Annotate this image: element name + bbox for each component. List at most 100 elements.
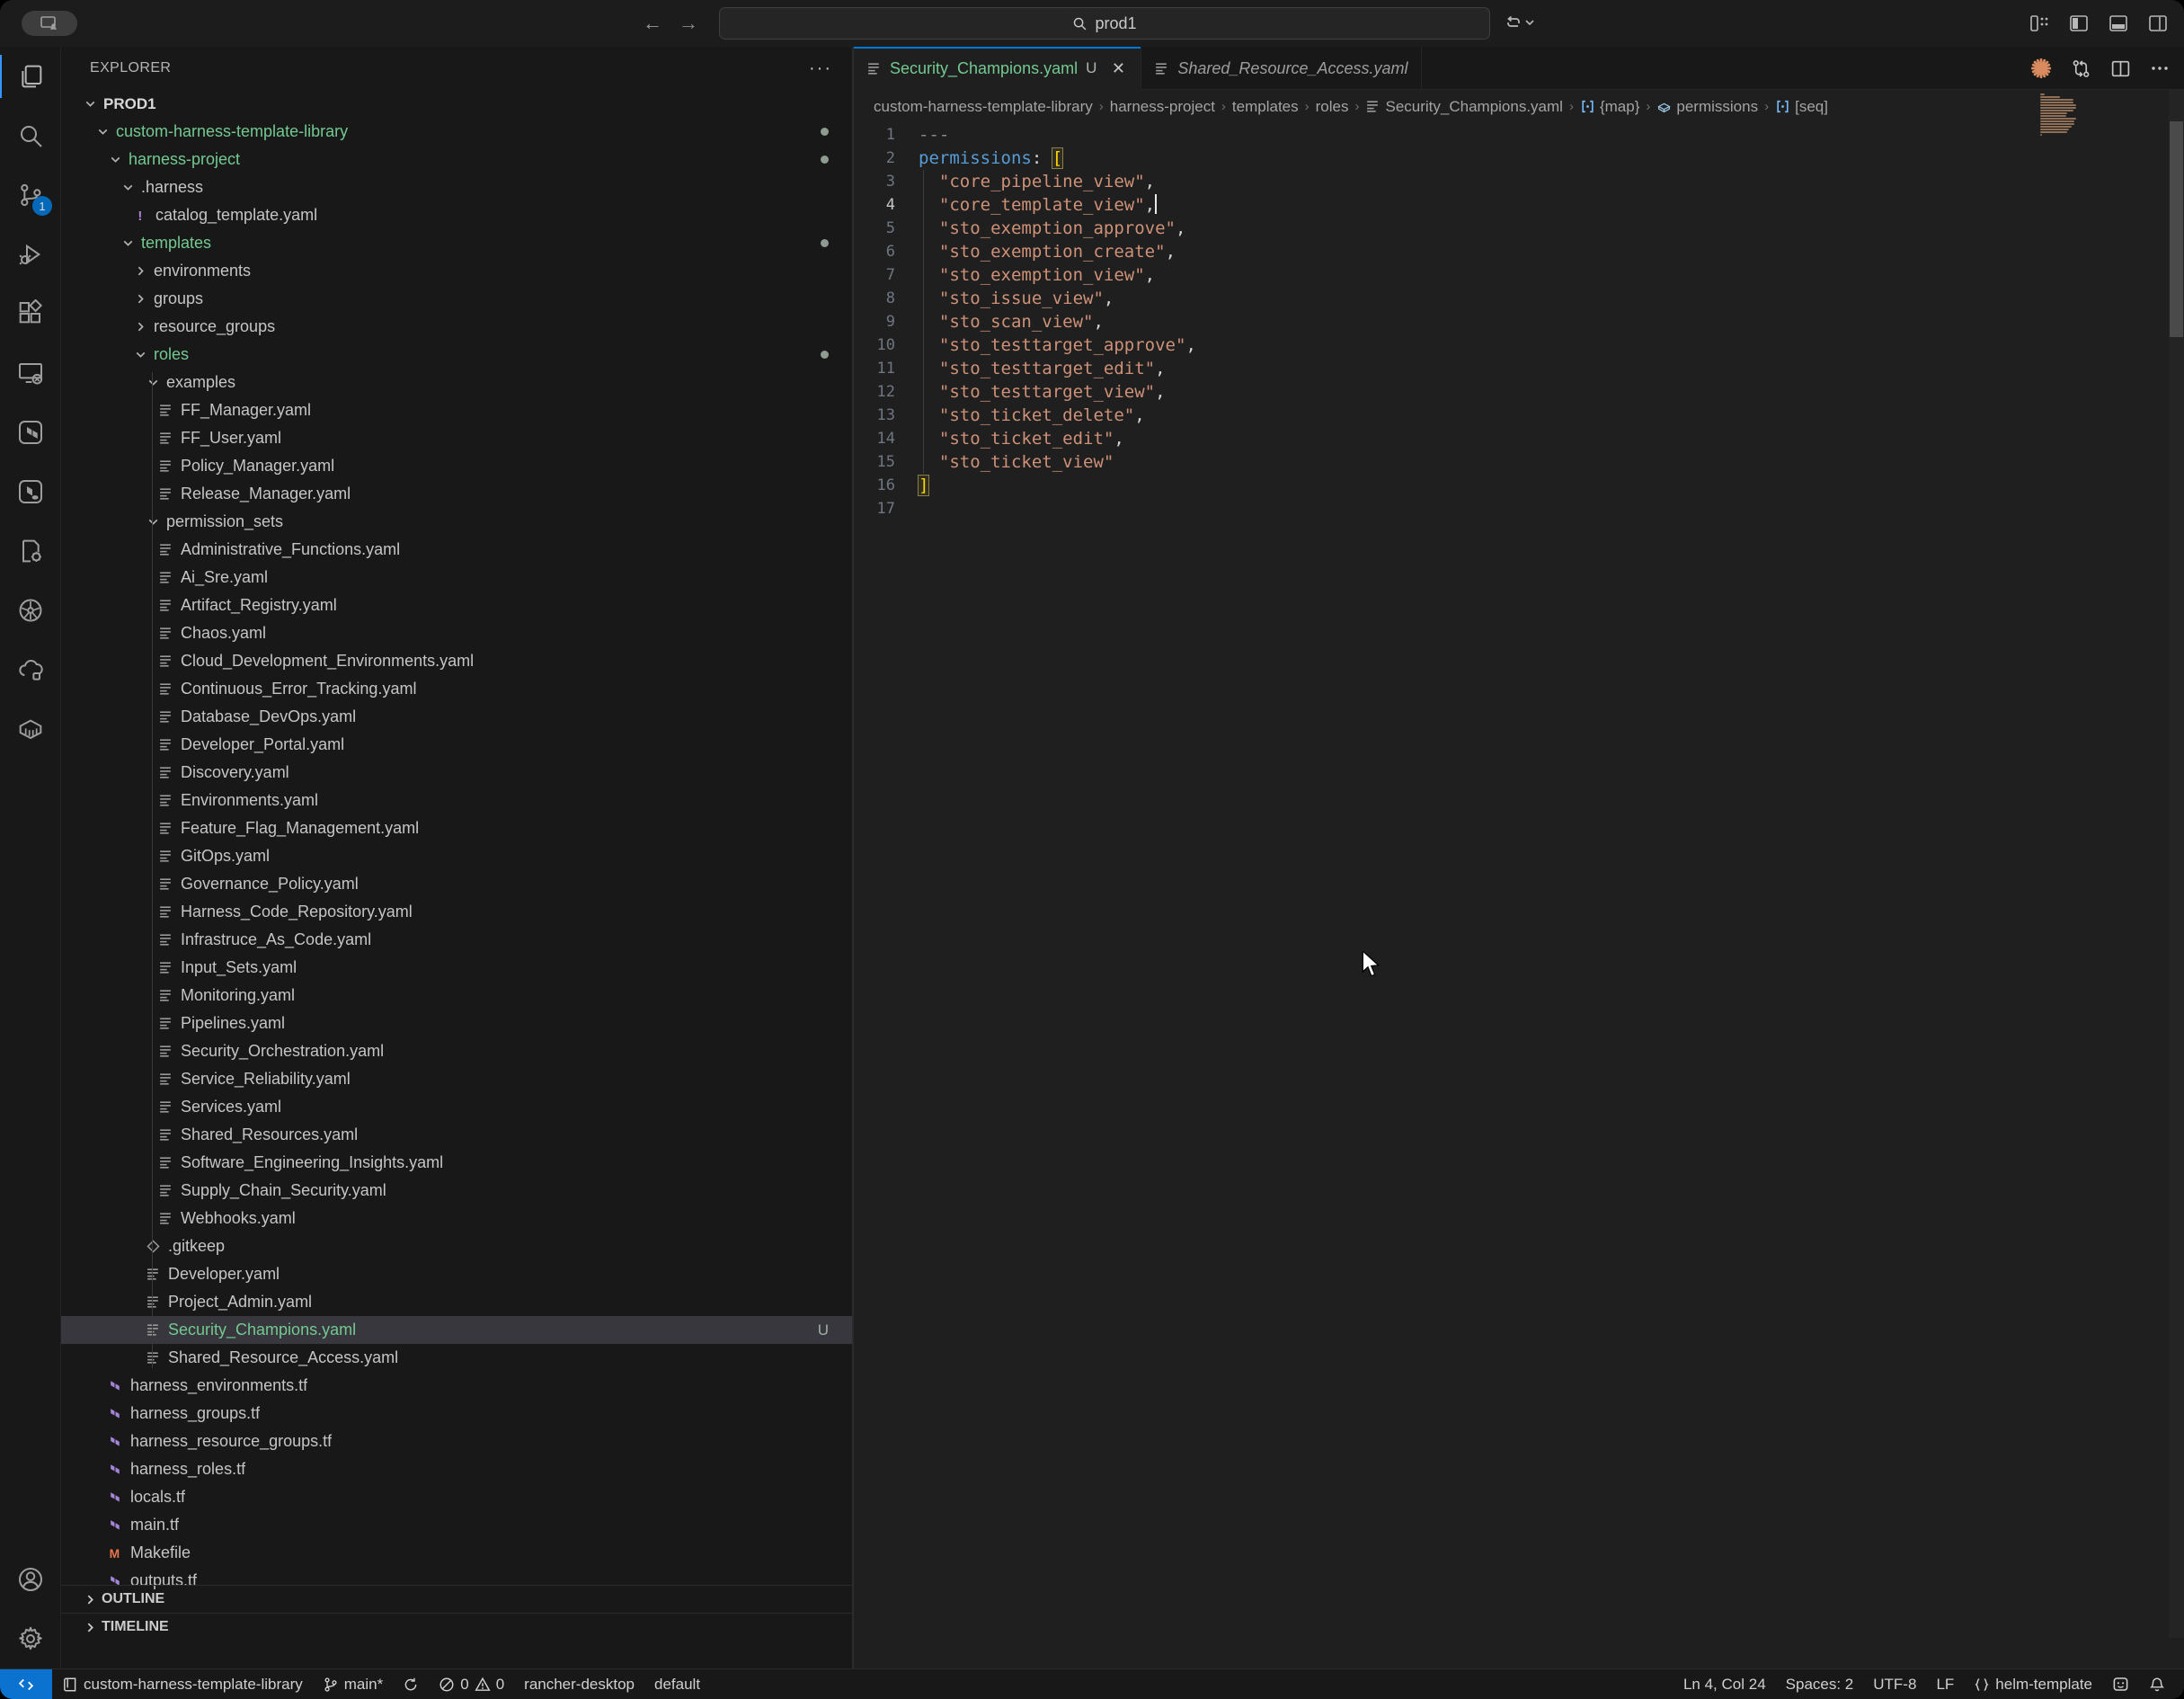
toggle-secondary-sidebar-icon[interactable] — [2146, 12, 2170, 35]
activity-containers[interactable] — [0, 699, 61, 759]
tab-shared-resource-access-yaml[interactable]: Shared_Resource_Access.yaml — [1141, 47, 1421, 90]
tree-file-ff-manager-yaml[interactable]: FF_Manager.yaml — [61, 396, 852, 424]
activity-search[interactable] — [0, 106, 61, 165]
tree-file-discovery-yaml[interactable]: Discovery.yaml — [61, 759, 852, 787]
code-editor[interactable]: 1---2permissions: [3 "core_pipeline_view… — [854, 123, 2184, 1668]
tree-file-release-manager-yaml[interactable]: Release_Manager.yaml — [61, 480, 852, 508]
tree-file-harness-code-repository-yaml[interactable]: Harness_Code_Repository.yaml — [61, 898, 852, 926]
tree-file-catalog-template-yaml[interactable]: !catalog_template.yaml — [61, 201, 852, 229]
tree-file-harness-environments-tf[interactable]: harness_environments.tf — [61, 1372, 852, 1400]
activity-accounts[interactable] — [0, 1550, 61, 1609]
activity-kubernetes[interactable] — [0, 581, 61, 640]
tree-folder-examples[interactable]: examples — [61, 369, 852, 396]
tree-file-shared-resource-access-yaml[interactable]: Shared_Resource_Access.yaml — [61, 1344, 852, 1372]
status-branch[interactable]: main* — [313, 1669, 393, 1699]
status-kube-context[interactable]: default — [644, 1669, 710, 1699]
status-sync[interactable] — [393, 1669, 429, 1699]
activity-settings[interactable] — [0, 1609, 61, 1668]
status-notifications[interactable] — [2139, 1669, 2175, 1699]
activity-terraform[interactable] — [0, 403, 61, 462]
tree-file-security-orchestration-yaml[interactable]: Security_Orchestration.yaml — [61, 1037, 852, 1065]
status-remote-indicator[interactable] — [0, 1669, 52, 1699]
outline-section-header[interactable]: OUTLINE — [61, 1585, 852, 1613]
breadcrumb-roles[interactable]: roles — [1316, 98, 1349, 116]
tree-file-developer-portal-yaml[interactable]: Developer_Portal.yaml — [61, 731, 852, 759]
tree-folder-environments[interactable]: environments — [61, 257, 852, 285]
tree-file-feature-flag-management-yaml[interactable]: Feature_Flag_Management.yaml — [61, 814, 852, 842]
tree-file-policy-manager-yaml[interactable]: Policy_Manager.yaml — [61, 452, 852, 480]
activity-infra-tools[interactable] — [0, 521, 61, 581]
tree-file-infrastruce-as-code-yaml[interactable]: Infrastruce_As_Code.yaml — [61, 926, 852, 954]
status-repo[interactable]: custom-harness-template-library — [52, 1669, 313, 1699]
activity-run-and-debug[interactable] — [0, 225, 61, 284]
tree-file-input-sets-yaml[interactable]: Input_Sets.yaml — [61, 954, 852, 982]
tree-file-harness-resource-groups-tf[interactable]: harness_resource_groups.tf — [61, 1428, 852, 1455]
tree-file-services-yaml[interactable]: Services.yaml — [61, 1093, 852, 1121]
tree-file-webhooks-yaml[interactable]: Webhooks.yaml — [61, 1205, 852, 1232]
breadcrumb-templates[interactable]: templates — [1232, 98, 1299, 116]
toggle-primary-sidebar-icon[interactable] — [2067, 12, 2091, 35]
more-actions-icon[interactable] — [2148, 57, 2171, 80]
tree-file-harness-groups-tf[interactable]: harness_groups.tf — [61, 1400, 852, 1428]
split-editor-icon[interactable] — [2109, 57, 2132, 80]
sync-dropdown-button[interactable] — [1503, 12, 1535, 33]
tree-folder-roles[interactable]: roles — [61, 341, 852, 369]
tree-file-artifact-registry-yaml[interactable]: Artifact_Registry.yaml — [61, 592, 852, 619]
breadcrumb--seq-[interactable]: [seq] — [1775, 98, 1828, 116]
status-problems[interactable]: 00 — [429, 1669, 514, 1699]
tree-file-database-devops-yaml[interactable]: Database_DevOps.yaml — [61, 703, 852, 731]
tree-file-ff-user-yaml[interactable]: FF_User.yaml — [61, 424, 852, 452]
status-rancher-context[interactable]: rancher-desktop — [514, 1669, 644, 1699]
nav-forward-button[interactable]: → — [676, 11, 701, 36]
tree-file-shared-resources-yaml[interactable]: Shared_Resources.yaml — [61, 1121, 852, 1149]
close-icon[interactable]: ✕ — [1108, 58, 1128, 78]
status-encoding[interactable]: UTF-8 — [1863, 1669, 1926, 1699]
tree-file-security-champions-yaml[interactable]: Security_Champions.yamlU — [61, 1316, 852, 1344]
tree-file-cloud-development-environments-yaml[interactable]: Cloud_Development_Environments.yaml — [61, 647, 852, 675]
tree-folder-harness-project[interactable]: harness-project — [61, 146, 852, 173]
tree-file-service-reliability-yaml[interactable]: Service_Reliability.yaml — [61, 1065, 852, 1093]
tree-file-administrative-functions-yaml[interactable]: Administrative_Functions.yaml — [61, 536, 852, 564]
activity-source-control[interactable]: 1 — [0, 165, 61, 225]
tree-file-pipelines-yaml[interactable]: Pipelines.yaml — [61, 1010, 852, 1037]
toggle-panel-icon[interactable] — [2107, 12, 2130, 35]
status-eol[interactable]: LF — [1926, 1669, 1964, 1699]
sidebar-more-actions-icon[interactable]: ··· — [809, 58, 832, 79]
tree-file-main-tf[interactable]: main.tf — [61, 1511, 852, 1539]
extension-starburst-icon[interactable] — [2029, 57, 2053, 80]
command-center-search[interactable]: prod1 — [719, 7, 1490, 40]
tree-folder-prod1[interactable]: PROD1 — [61, 90, 852, 118]
tree-file-software-engineering-insights-yaml[interactable]: Software_Engineering_Insights.yaml — [61, 1149, 852, 1177]
tree-file-locals-tf[interactable]: locals.tf — [61, 1483, 852, 1511]
tree-file-ai-sre-yaml[interactable]: Ai_Sre.yaml — [61, 564, 852, 592]
tree-folder-templates[interactable]: templates — [61, 229, 852, 257]
activity-extensions[interactable] — [0, 284, 61, 343]
status-indentation[interactable]: Spaces: 2 — [1776, 1669, 1864, 1699]
tree-file--gitkeep[interactable]: .gitkeep — [61, 1232, 852, 1260]
tree-folder-custom-harness-template-library[interactable]: custom-harness-template-library — [61, 118, 852, 146]
customize-layout-icon[interactable] — [2028, 12, 2051, 35]
activity-explorer[interactable] — [0, 47, 61, 106]
activity-cloud-tool[interactable] — [0, 640, 61, 699]
tab-security-champions-yaml[interactable]: Security_Champions.yamlU✕ — [854, 47, 1141, 90]
status-cursor-position[interactable]: Ln 4, Col 24 — [1674, 1669, 1776, 1699]
tree-folder-permission-sets[interactable]: permission_sets — [61, 508, 852, 536]
tree-file-environments-yaml[interactable]: Environments.yaml — [61, 787, 852, 814]
tree-file-continuous-error-tracking-yaml[interactable]: Continuous_Error_Tracking.yaml — [61, 675, 852, 703]
breadcrumb-custom-harness-template-library[interactable]: custom-harness-template-library — [874, 98, 1093, 116]
status-language-mode[interactable]: helm-template — [1964, 1669, 2102, 1699]
breadcrumb-harness-project[interactable]: harness-project — [1110, 98, 1215, 116]
scrollbar-thumb[interactable] — [2170, 121, 2183, 337]
tree-file-chaos-yaml[interactable]: Chaos.yaml — [61, 619, 852, 647]
activity-remote-explorer[interactable] — [0, 343, 61, 403]
nav-back-button[interactable]: ← — [640, 11, 665, 36]
tree-file-supply-chain-security-yaml[interactable]: Supply_Chain_Security.yaml — [61, 1177, 852, 1205]
tree-file-governance-policy-yaml[interactable]: Governance_Policy.yaml — [61, 870, 852, 898]
status-feedback[interactable] — [2102, 1669, 2139, 1699]
timeline-section-header[interactable]: TIMELINE — [61, 1613, 852, 1641]
tree-folder-groups[interactable]: groups — [61, 285, 852, 313]
tree-file-project-admin-yaml[interactable]: Project_Admin.yaml — [61, 1288, 852, 1316]
tree-file-harness-roles-tf[interactable]: harness_roles.tf — [61, 1455, 852, 1483]
compare-changes-icon[interactable] — [2069, 57, 2092, 80]
tree-file-monitoring-yaml[interactable]: Monitoring.yaml — [61, 982, 852, 1010]
